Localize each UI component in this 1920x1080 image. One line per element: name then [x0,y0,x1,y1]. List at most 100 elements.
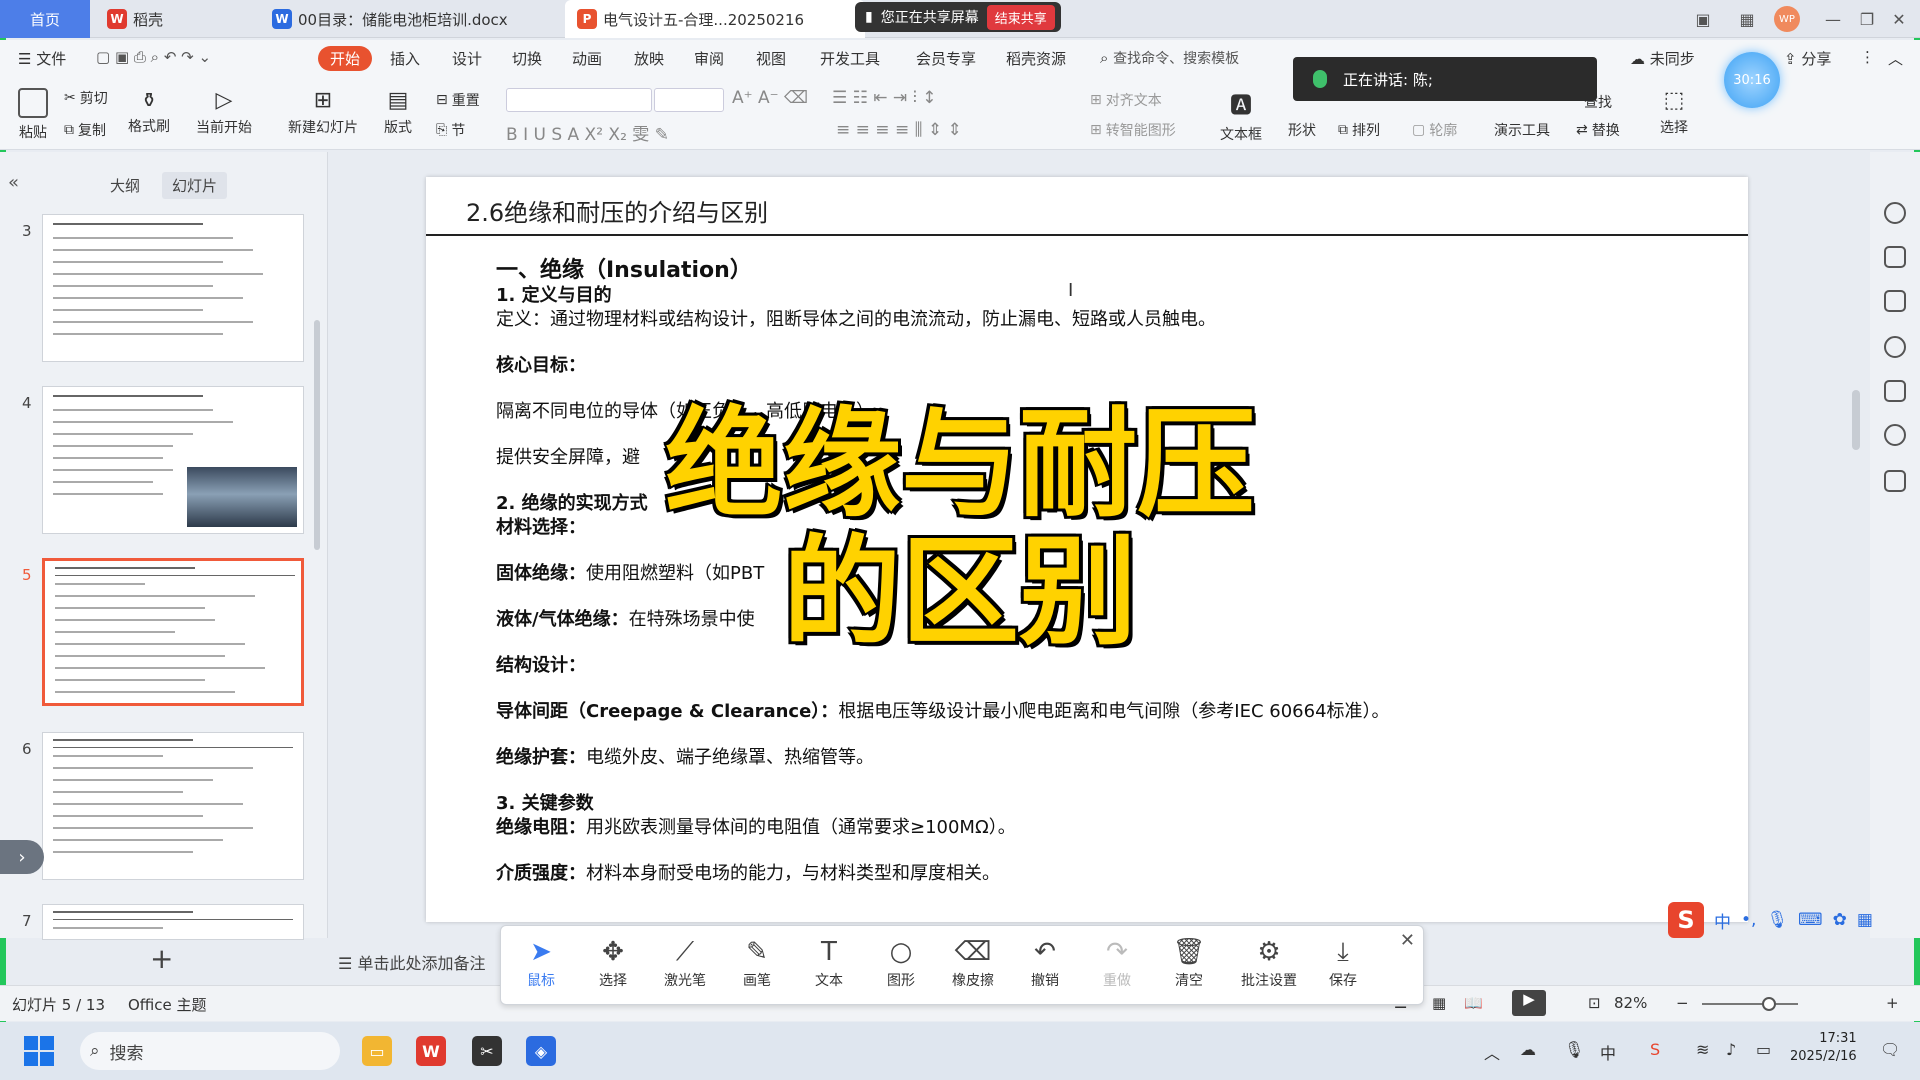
tool-redo[interactable]: ↷ 重做 [1087,934,1147,990]
text-format-controls[interactable]: B I U S A X² X₂ 雯 ✎ [506,120,669,145]
outline-button[interactable]: ▢ 轮廓 [1412,120,1457,140]
grid-view-icon[interactable]: ▦ [1432,994,1446,1012]
thumbnail-scrollbar[interactable] [314,320,320,550]
taskbar-clock[interactable]: 17:31 2025/2/16 [1790,1030,1857,1066]
quick-access-icons[interactable]: ▢ ▣ ⎙ ⌕ ↶ ↷ ⌄ [96,48,211,66]
menu-slideshow[interactable]: 放映 [634,48,664,69]
tool-clear[interactable]: 🗑 清空 [1159,934,1219,990]
more-icon[interactable]: ⋮ [1860,48,1875,66]
taskbar-search[interactable]: ⌕ 搜索 [80,1032,340,1070]
new-slide-button[interactable]: ⊞ 新建幻灯片 [288,88,358,137]
share-button[interactable]: ⇪ 分享 [1784,48,1831,69]
tool-eraser[interactable]: ⌫ 橡皮擦 [943,934,1003,990]
textbox-button[interactable]: 🅰 文本框 [1220,88,1262,144]
menu-animation[interactable]: 动画 [572,48,602,69]
section-button[interactable]: ⎘ 节 [436,120,465,140]
slide-thumbnail-4[interactable] [42,386,304,534]
ime-toolbar[interactable]: S 中 •, 🎙 ⌨ ✿ ▦ [1668,902,1873,938]
notification-icon[interactable]: 🗨 [1880,1040,1900,1059]
tray-overflow-icon[interactable]: ︿ [1484,1040,1500,1064]
cut-button[interactable]: ✂ 剪切 [64,88,108,108]
layout-button[interactable]: ▤ 版式 [384,88,412,137]
from-current-button[interactable]: ▷ 当前开始 [196,88,252,137]
meeting-app-icon[interactable]: ◈ [526,1036,556,1066]
zoom-in-button[interactable]: + [1886,994,1899,1012]
play-slideshow-button[interactable]: ▶ [1512,990,1546,1016]
select-button[interactable]: ⬚ 选择 [1660,88,1688,137]
slide-scrollbar[interactable] [1852,160,1862,900]
onedrive-icon[interactable]: ☁ [1520,1040,1536,1059]
menu-docer[interactable]: 稻壳资源 [1006,48,1066,69]
tool-undo[interactable]: ↶ 撤销 [1015,934,1075,990]
zoom-slider[interactable] [1702,1003,1798,1005]
format-painter-button[interactable]: ⚱ 格式刷 [128,88,170,136]
tab-daoke[interactable]: W 稻壳 [95,0,255,38]
tray-ime-icon[interactable]: 中 [1600,1040,1616,1064]
list-controls[interactable]: ☰ ☷ ⇤ ⇥ ⫶ ↕ [832,88,936,108]
slide-thumbnail-3[interactable] [42,214,304,362]
grid-icon[interactable]: ▦ [1734,6,1760,32]
slide-thumbnail-5[interactable] [42,558,304,706]
notes-area[interactable]: ☰ 单击此处添加备注 [338,950,485,974]
minimize-icon[interactable]: — [1820,6,1846,32]
reset-button[interactable]: ⊟ 重置 [436,90,480,110]
tab-slides[interactable]: 幻灯片 [162,172,228,199]
keyboard-icon[interactable]: ⌨ [1798,910,1823,930]
font-size-controls[interactable]: A⁺ A⁻ ⌫ [732,88,808,108]
reading-view-icon[interactable]: 📖 [1464,994,1483,1012]
add-slide-button[interactable]: + [150,942,173,975]
fit-window-icon[interactable]: ⊡ [1588,994,1601,1012]
slide-thumbnail-6[interactable] [42,732,304,880]
menu-transition[interactable]: 切换 [512,48,542,69]
tool-laser[interactable]: ⟋ 激光笔 [655,934,715,990]
zoom-slider-thumb[interactable] [1762,997,1776,1011]
wifi-icon[interactable]: ≋ [1696,1040,1709,1059]
arrange-button[interactable]: ⧉ 排列 [1338,120,1380,140]
battery-icon[interactable]: ▭ [1756,1040,1771,1059]
volume-icon[interactable]: ♪ [1726,1040,1736,1059]
menu-design[interactable]: 设计 [452,48,482,69]
expand-panel-icon[interactable]: › [0,840,44,874]
sync-status[interactable]: ☁ 未同步 [1630,48,1695,69]
end-share-button[interactable]: 结束共享 [986,4,1055,30]
star-icon[interactable] [1884,470,1906,492]
menu-file[interactable]: ☰ 文件 [18,48,66,69]
slide-thumbnail-7[interactable] [42,904,304,940]
shape-button[interactable]: 形状 [1288,120,1316,140]
font-size-select[interactable] [654,88,724,112]
layout-icon[interactable]: ▣ [1690,6,1716,32]
tool-pen[interactable]: ✎ 画笔 [727,934,787,990]
copy-button[interactable]: ⧉ 复制 [64,120,106,140]
tool-save[interactable]: ⤓ 保存 [1313,934,1373,990]
tab-outline[interactable]: 大纲 [100,172,150,199]
tab-doc[interactable]: W 00目录：储能电池柜培训.docx [260,0,560,38]
tool-select[interactable]: ✥ 选择 [583,934,643,990]
replace-button[interactable]: ⇄ 替换 [1576,120,1620,140]
avatar[interactable]: WP [1774,6,1800,32]
zoom-out-button[interactable]: − [1676,994,1689,1012]
voice-input-icon[interactable]: 🎙 [1766,910,1788,930]
windows-start-icon[interactable] [24,1036,54,1066]
help-icon[interactable] [1884,336,1906,358]
menu-view[interactable]: 视图 [756,48,786,69]
tray-sogou-icon[interactable]: S [1650,1040,1660,1059]
restore-icon[interactable]: ❐ [1854,6,1880,32]
close-window-icon[interactable]: ✕ [1886,6,1912,32]
capcut-icon[interactable]: ✂ [472,1036,502,1066]
tray-mic-icon[interactable]: 🎙 [1564,1040,1584,1059]
paste-button[interactable]: 粘贴 [18,88,48,142]
tab-home[interactable]: 首页 [0,0,90,38]
image-icon[interactable] [1884,380,1906,402]
compass-icon[interactable] [1884,424,1906,446]
meeting-timer[interactable]: 30:16 [1724,52,1780,108]
menu-start[interactable]: 开始 [318,46,373,71]
present-tools-button[interactable]: 演示工具 [1494,120,1550,140]
tool-shape[interactable]: ○ 图形 [871,934,931,990]
rocket-icon[interactable] [1884,202,1906,224]
paragraph-align-controls[interactable]: ≡ ≡ ≡ ≡ ⫼ ⇕ ⇕ [836,120,962,140]
tab-ppt[interactable]: P 电气设计五-合理...20250216 [565,0,865,38]
file-explorer-icon[interactable]: ▭ [362,1036,392,1066]
sliders-icon[interactable] [1884,246,1906,268]
ime-language[interactable]: 中 [1714,908,1731,933]
close-icon[interactable]: ✕ [1400,930,1415,951]
